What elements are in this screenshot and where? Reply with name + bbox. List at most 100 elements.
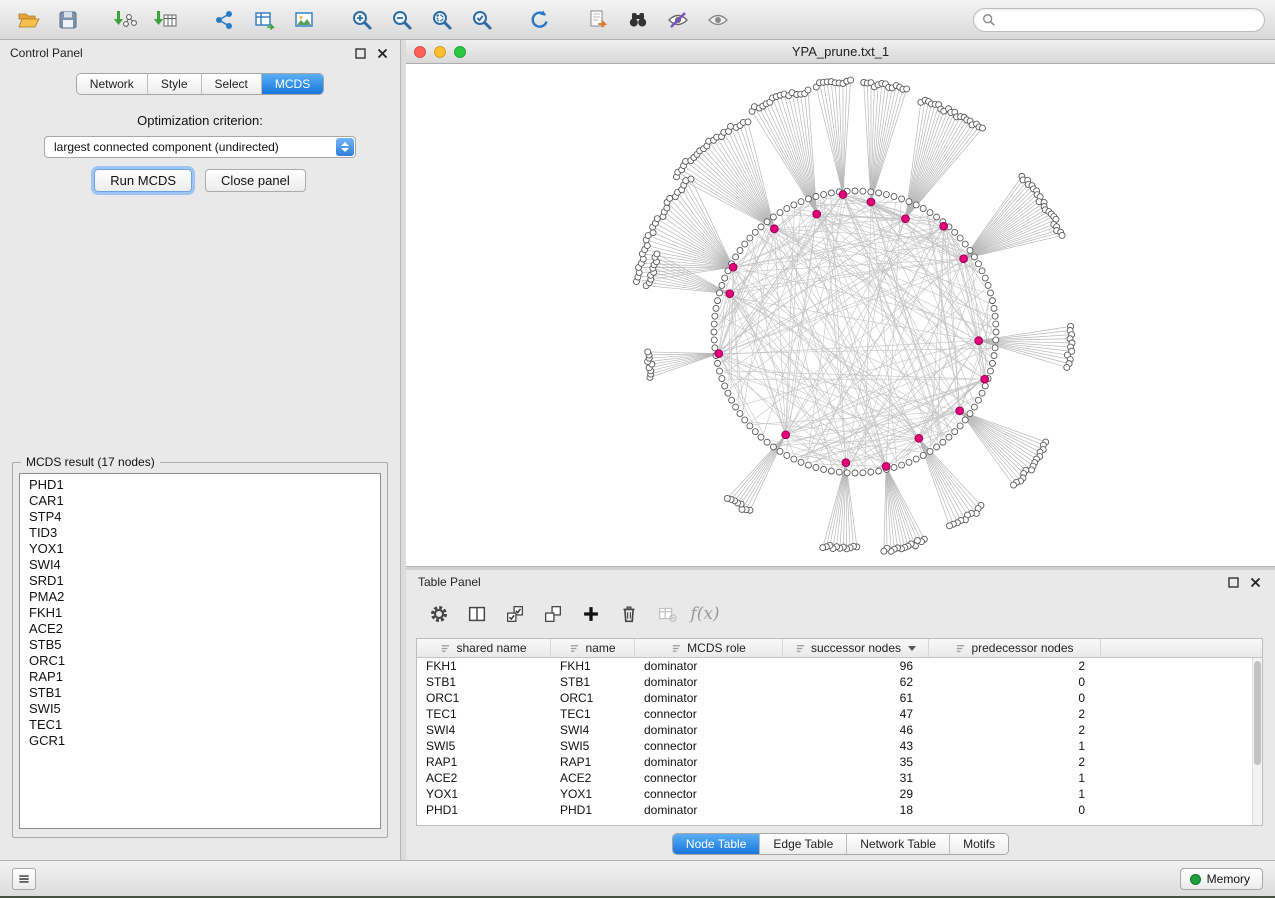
result-item[interactable]: GCR1 [20,733,380,749]
zoom-fit-button[interactable] [424,5,460,35]
search-input[interactable] [1001,13,1256,27]
zoom-in-button[interactable] [344,5,380,35]
float-window-button[interactable] [352,45,368,61]
table-cell: 1 [929,738,1101,754]
column-header-successor-nodes[interactable]: successor nodes [783,639,929,657]
result-item[interactable]: TID3 [20,525,380,541]
table-row[interactable]: PHD1PHD1dominator180 [417,802,1262,818]
select-all-button[interactable] [500,600,530,628]
sort-descending-icon [908,646,916,651]
result-item[interactable]: PHD1 [20,477,380,493]
table-row[interactable]: SWI4SWI4dominator462 [417,722,1262,738]
save-session-button[interactable] [50,5,86,35]
result-item[interactable]: STP4 [20,509,380,525]
result-item[interactable]: RAP1 [20,669,380,685]
table-header-row: shared name name MCDS role successor nod… [417,639,1262,658]
close-panel-button[interactable] [374,45,390,61]
zoom-selected-button[interactable] [464,5,500,35]
table-row[interactable]: ORC1ORC1dominator610 [417,690,1262,706]
result-item[interactable]: YOX1 [20,541,380,557]
delete-table-icon [656,603,678,625]
table-panel-tabs: Node Table Edge Table Network Table Moti… [406,833,1275,855]
tab-style[interactable]: Style [148,74,202,94]
refresh-icon [528,8,552,32]
network-canvas[interactable] [406,64,1275,566]
memory-button[interactable]: Memory [1180,868,1263,890]
share-document-icon [586,8,610,32]
function-builder-button[interactable]: f(x) [690,600,720,628]
import-network-button[interactable] [108,5,144,35]
status-menu-button[interactable] [12,868,36,890]
tab-node-table[interactable]: Node Table [673,834,761,854]
table-row[interactable]: STB1STB1dominator620 [417,674,1262,690]
tab-motifs[interactable]: Motifs [950,834,1008,854]
refresh-button[interactable] [522,5,558,35]
delete-column-button[interactable] [614,600,644,628]
table-row[interactable]: SWI5SWI5connector431 [417,738,1262,754]
table-row[interactable]: YOX1YOX1connector291 [417,786,1262,802]
tab-select[interactable]: Select [202,74,262,94]
add-column-button[interactable] [576,600,606,628]
result-item[interactable]: STB5 [20,637,380,653]
result-item[interactable]: SRD1 [20,573,380,589]
export-image-button[interactable] [286,5,322,35]
tab-mcds[interactable]: MCDS [262,74,323,94]
window-close-icon[interactable] [414,46,426,58]
search-box[interactable] [973,8,1265,32]
table-row[interactable]: FKH1FKH1dominator962 [417,658,1262,674]
share-document-button[interactable] [580,5,616,35]
result-item[interactable]: TEC1 [20,717,380,733]
result-item[interactable]: SWI4 [20,557,380,573]
hide-graphics-button[interactable] [660,5,696,35]
export-network-button[interactable] [206,5,242,35]
table-row[interactable]: TEC1TEC1connector472 [417,706,1262,722]
result-item[interactable]: STB1 [20,685,380,701]
close-table-panel-button[interactable] [1247,574,1263,590]
search-network-button[interactable] [620,5,656,35]
delete-table-button[interactable] [652,600,682,628]
column-header-shared-name[interactable]: shared name [417,639,551,657]
network-graph[interactable] [406,64,1275,566]
sort-icon [440,643,451,654]
table-cell: STB1 [551,674,635,690]
table-scrollbar[interactable] [1252,658,1262,825]
result-item[interactable]: CAR1 [20,493,380,509]
table-row[interactable]: RAP1RAP1dominator352 [417,754,1262,770]
show-column-button[interactable] [462,600,492,628]
column-header-name[interactable]: name [551,639,635,657]
import-table-icon [154,8,178,32]
scrollbar-thumb[interactable] [1254,661,1261,765]
tab-network[interactable]: Network [77,74,148,94]
unselect-all-button[interactable] [538,600,568,628]
list-menu-icon [17,872,31,886]
zoom-in-icon [350,8,374,32]
result-item[interactable]: FKH1 [20,605,380,621]
table-cell [1101,738,1262,754]
zoom-out-button[interactable] [384,5,420,35]
open-file-button[interactable] [10,5,46,35]
float-table-panel-button[interactable] [1225,574,1241,590]
result-item[interactable]: ORC1 [20,653,380,669]
close-panel-action-button[interactable]: Close panel [205,169,306,192]
window-zoom-icon[interactable] [454,46,466,58]
import-table-button[interactable] [148,5,184,35]
mcds-result-list[interactable]: PHD1CAR1STP4TID3YOX1SWI4SRD1PMA2FKH1ACE2… [19,473,381,829]
run-mcds-button[interactable]: Run MCDS [94,169,192,192]
table-row[interactable]: ACE2ACE2connector311 [417,770,1262,786]
table-cell: 0 [929,690,1101,706]
export-table-button[interactable] [246,5,282,35]
column-header-mcds-role[interactable]: MCDS role [635,639,783,657]
table-settings-button[interactable] [424,600,454,628]
column-header-predecessor-nodes[interactable]: predecessor nodes [929,639,1101,657]
result-item[interactable]: SWI5 [20,701,380,717]
result-item[interactable]: ACE2 [20,621,380,637]
window-minimize-icon[interactable] [434,46,446,58]
network-title: YPA_prune.txt_1 [406,44,1275,59]
mcds-result-title: MCDS result (17 nodes) [21,455,160,469]
optimization-criterion-select[interactable]: largest connected component (undirected) [44,136,356,158]
tab-edge-table[interactable]: Edge Table [760,834,847,854]
tab-network-table[interactable]: Network Table [847,834,950,854]
result-item[interactable]: PMA2 [20,589,380,605]
zoom-out-icon [390,8,414,32]
show-graphics-button[interactable] [700,5,736,35]
